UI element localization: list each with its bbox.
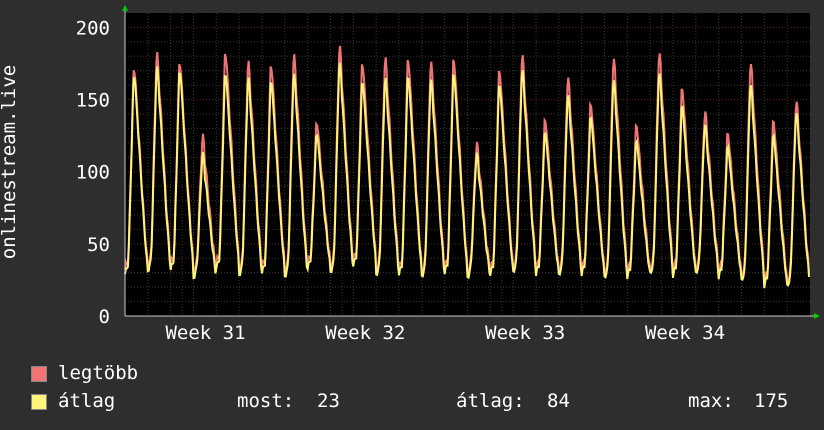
- x-axis-arrow: [814, 313, 820, 319]
- y-tick-label: 200: [76, 17, 110, 39]
- x-tick-label: Week 31: [165, 322, 245, 344]
- legend-label-avg: átlag: [58, 390, 116, 412]
- stat-max-label: max:: [688, 390, 734, 412]
- stat-avg-value: 84: [547, 390, 570, 412]
- legend-swatch-avg: [31, 394, 47, 410]
- stat-now-value: 23: [317, 390, 340, 412]
- x-tick-label: Week 34: [645, 322, 725, 344]
- legend-label-max: legtöbb: [58, 362, 139, 384]
- y-tick-label: 100: [76, 162, 110, 184]
- stat-avg-label: átlag:: [456, 390, 525, 412]
- x-tick-label: Week 32: [325, 322, 405, 344]
- stat-now-label: most:: [237, 390, 295, 412]
- stat-max-value: 175: [754, 390, 789, 412]
- y-tick-label: 0: [99, 306, 110, 328]
- legend-swatch-max: [31, 366, 47, 382]
- y-axis-title: onlinestream.live: [0, 64, 20, 260]
- y-tick-label: 150: [76, 90, 110, 112]
- y-axis-arrow: [122, 5, 128, 11]
- y-tick-label: 50: [87, 234, 110, 256]
- x-tick-label: Week 33: [485, 322, 565, 344]
